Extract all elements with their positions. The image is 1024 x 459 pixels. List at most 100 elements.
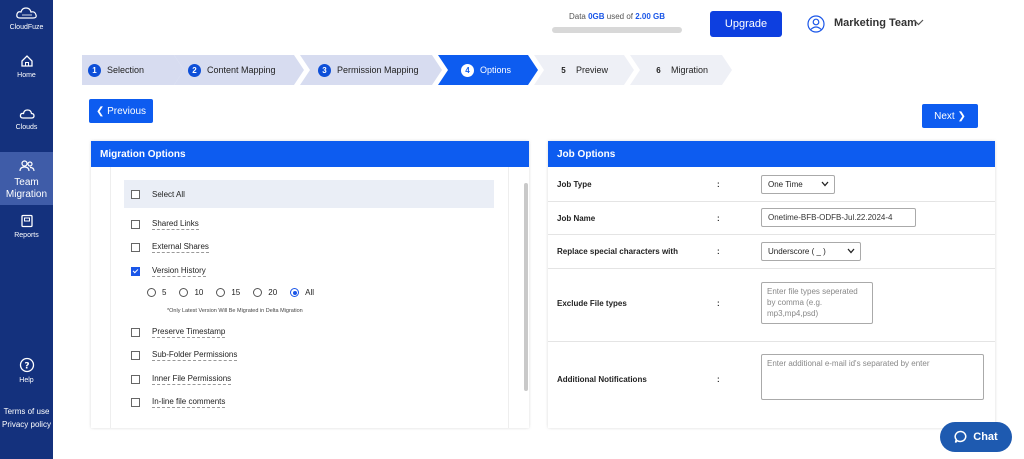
radio-button[interactable] [216, 288, 226, 297]
option-checkbox[interactable] [131, 219, 140, 229]
sidebar-item-help[interactable]: ? Help [0, 357, 53, 384]
step-number: 2 [188, 64, 201, 77]
previous-button[interactable]: ❮ Previous [89, 99, 153, 123]
panel-divider [110, 167, 111, 428]
reports-icon [20, 214, 33, 228]
chevron-down-icon[interactable] [913, 19, 924, 26]
upgrade-button[interactable]: Upgrade [710, 11, 782, 37]
step-content-mapping[interactable]: 2 Content Mapping [174, 55, 304, 85]
option-checkbox[interactable] [131, 350, 140, 360]
additional-notifications-row: Additional Notifications : Enter additio… [548, 341, 995, 428]
step-number: 1 [88, 64, 101, 77]
chat-bubble-icon [954, 430, 967, 443]
additional-notifications-label: Additional Notifications [557, 375, 647, 384]
select-all-row[interactable]: Select All [124, 180, 494, 208]
panel-divider [508, 167, 509, 428]
step-number: 4 [461, 64, 474, 77]
option-label: Inner File Permissions [152, 373, 232, 385]
option-preserve-timestamp[interactable]: Preserve Timestamp [124, 326, 226, 338]
replace-characters-value: Underscore ( _ ) [768, 247, 826, 256]
option-inner-file-permissions[interactable]: Inner File Permissions [124, 373, 232, 385]
option-inline-file-comments[interactable]: In-line file comments [124, 396, 226, 408]
job-type-select[interactable]: One Time [761, 175, 835, 194]
option-checkbox[interactable] [131, 397, 140, 407]
exclude-file-types-textarea[interactable]: Enter file types seperated by comma (e.g… [761, 282, 873, 324]
help-icon: ? [19, 357, 34, 373]
job-name-label: Job Name [557, 214, 596, 223]
next-label: Next [934, 110, 955, 122]
option-checkbox[interactable] [131, 266, 140, 276]
brand-name: CloudFuze [9, 24, 44, 31]
user-name[interactable]: Marketing Team [834, 17, 917, 29]
radio-button[interactable] [147, 288, 156, 297]
sidebar-item-clouds[interactable]: Clouds [0, 108, 53, 131]
step-number: 3 [318, 64, 331, 77]
storage-usage-bar [552, 27, 682, 33]
option-label: External Shares [152, 241, 209, 253]
home-icon [20, 55, 33, 67]
next-button[interactable]: Next ❯ [922, 104, 978, 128]
usage-prefix: Data [568, 12, 589, 21]
option-label: Sub-Folder Permissions [152, 349, 238, 361]
option-checkbox[interactable] [131, 374, 140, 384]
sidebar-item-reports[interactable]: Reports [0, 214, 53, 239]
cloud-icon [19, 109, 35, 119]
step-label: Migration [671, 65, 709, 75]
radio-label: 15 [231, 288, 241, 297]
sidebar-item-home[interactable]: Home [0, 54, 53, 79]
option-version-history[interactable]: Version History [124, 265, 206, 277]
colon: : [717, 375, 720, 384]
job-name-input[interactable]: Onetime-BFB-ODFB-Jul.22.2024-4 [761, 208, 916, 227]
step-options[interactable]: 4 Options [438, 55, 538, 85]
option-label: In-line file comments [152, 396, 226, 408]
additional-notifications-textarea[interactable]: Enter additional e-mail id's separated b… [761, 354, 984, 400]
scrollbar-thumb[interactable] [524, 183, 528, 391]
option-external-shares[interactable]: External Shares [124, 241, 209, 253]
option-sub-folder-permissions[interactable]: Sub-Folder Permissions [124, 349, 238, 361]
step-selection[interactable]: 1 Selection [82, 55, 184, 85]
user-avatar-icon[interactable] [807, 15, 825, 33]
job-options-title: Job Options [548, 141, 995, 167]
svg-text:?: ? [24, 362, 29, 372]
chat-label: Chat [973, 431, 998, 443]
colon: : [717, 214, 720, 223]
migration-options-title: Migration Options [91, 141, 529, 167]
option-shared-links[interactable]: Shared Links [124, 218, 199, 230]
option-checkbox[interactable] [131, 327, 140, 337]
radio-label: 20 [268, 288, 278, 297]
chevron-down-icon [847, 248, 855, 254]
replace-characters-select[interactable]: Underscore ( _ ) [761, 242, 861, 261]
sidebar-item-label: Team [14, 177, 39, 188]
step-preview[interactable]: 5 Preview [534, 55, 634, 85]
version-radio-15[interactable]: 15 [216, 288, 240, 297]
privacy-policy-link[interactable]: Privacy policy [0, 418, 53, 431]
option-checkbox[interactable] [131, 242, 140, 252]
step-label: Content Mapping [207, 65, 276, 75]
usage-total: 2.00 GB [635, 12, 666, 21]
version-radio-all[interactable]: All [290, 288, 314, 297]
terms-of-use-link[interactable]: Terms of use [0, 405, 53, 418]
step-permission-mapping[interactable]: 3 Permission Mapping [300, 55, 442, 85]
brand-logo[interactable]: CloudFuze [0, 6, 53, 31]
version-radio-10[interactable]: 10 [179, 288, 203, 297]
chevron-right-icon: ❯ [954, 110, 966, 122]
version-history-note: *Only Latest Version Will Be Migrated in… [167, 308, 303, 314]
radio-button[interactable] [179, 288, 189, 297]
radio-button[interactable] [290, 288, 300, 297]
colon: : [717, 247, 720, 256]
job-type-row: Job Type : One Time [548, 167, 995, 202]
version-radio-20[interactable]: 20 [253, 288, 277, 297]
exclude-file-types-label: Exclude File types [557, 299, 627, 308]
migration-options-panel: Migration Options Select All Shared Link… [91, 141, 529, 428]
job-name-row: Job Name : Onetime-BFB-ODFB-Jul.22.2024-… [548, 201, 995, 235]
job-type-label: Job Type [557, 180, 592, 189]
chat-button[interactable]: Chat [940, 422, 1012, 452]
cloudfuze-logo-icon [15, 7, 37, 19]
sidebar-item-team-migration[interactable]: Team Migration [0, 152, 53, 205]
select-all-checkbox[interactable] [131, 189, 140, 199]
sidebar-footer-links: Terms of use Privacy policy [0, 405, 53, 431]
version-radio-5[interactable]: 5 [147, 288, 166, 297]
step-number: 6 [656, 65, 661, 75]
radio-button[interactable] [253, 288, 263, 297]
step-migration[interactable]: 6 Migration [630, 55, 732, 85]
